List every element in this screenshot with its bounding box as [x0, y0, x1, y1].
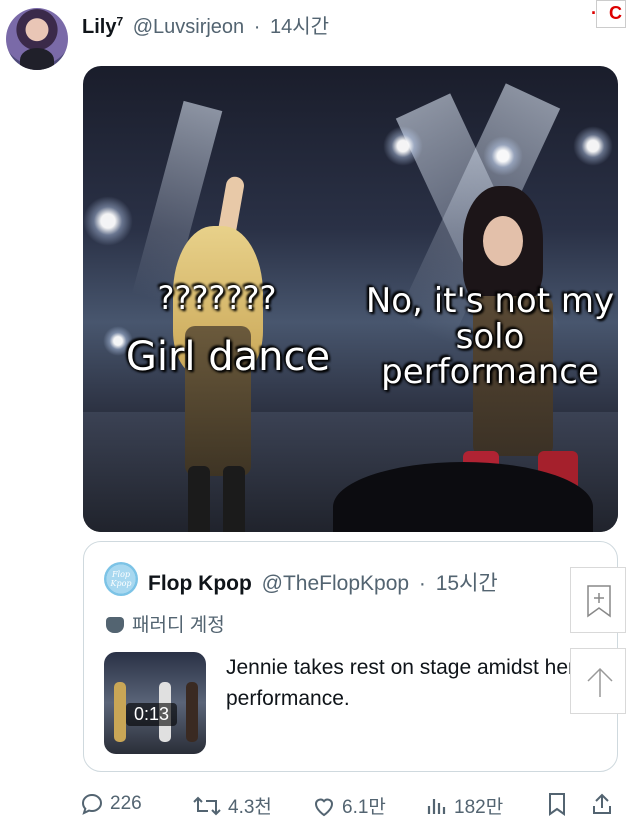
repost-count: 4.3천: [228, 797, 272, 818]
quoted-timestamp[interactable]: 15시간: [436, 572, 498, 595]
reply-count: 226: [110, 793, 142, 814]
bookmark-icon: [549, 793, 565, 816]
meme-caption-solo: No, it's not my solo performance: [365, 281, 615, 393]
author-avatar[interactable]: [6, 8, 68, 70]
tweet-header: Lily7 @Luvsirjeon · 14시간: [82, 10, 329, 39]
bookmark-button[interactable]: [546, 792, 568, 816]
tweet-media-image[interactable]: ??????? Girl dance No, it's not my solo …: [83, 66, 618, 532]
reply-icon: [81, 793, 103, 815]
reply-button[interactable]: 226: [80, 792, 142, 816]
views-icon: [427, 798, 446, 814]
side-bookmark-icon: [587, 585, 611, 618]
parody-account-label: 패러디 계정: [106, 610, 225, 637]
like-icon: [314, 798, 334, 816]
quoted-separator: ·: [418, 572, 426, 595]
tweet-timestamp[interactable]: 14시간: [270, 16, 329, 38]
author-display-name[interactable]: Lily7: [82, 14, 123, 38]
quoted-video-thumbnail[interactable]: 0:13: [104, 652, 206, 754]
repost-icon: [193, 796, 221, 815]
parody-mask-icon: [106, 617, 124, 633]
quoted-display-name[interactable]: Flop Kpop: [148, 572, 252, 595]
repost-button[interactable]: 4.3천: [192, 792, 272, 819]
author-handle[interactable]: @Luvsirjeon: [133, 16, 244, 38]
quoted-tweet-header: Flop Kpop @TheFlopKpop · 15시간: [148, 567, 498, 597]
views-count: 182만: [454, 797, 504, 818]
meme-caption-question: ???????: [157, 279, 277, 317]
video-duration-badge: 0:13: [126, 703, 178, 726]
share-button[interactable]: [590, 792, 614, 816]
side-scroll-up-icon: [587, 667, 613, 697]
side-scroll-up-button[interactable]: [570, 648, 626, 714]
views-button[interactable]: 182만: [424, 792, 503, 819]
corner-overlay: · C: [591, 0, 626, 28]
like-button[interactable]: 6.1만: [312, 792, 386, 819]
header-separator: ·: [253, 16, 261, 38]
quoted-author-avatar[interactable]: Flop Kpop: [104, 562, 138, 596]
quoted-handle[interactable]: @TheFlopKpop: [262, 572, 409, 595]
side-bookmark-button[interactable]: [570, 567, 626, 633]
meme-caption-girl-dance: Girl dance: [125, 334, 331, 380]
tweet-action-bar: 226 4.3천 6.1만 182만: [80, 792, 626, 826]
quoted-tweet-card[interactable]: Flop Kpop Flop Kpop @TheFlopKpop · 15시간 …: [83, 541, 618, 772]
like-count: 6.1만: [342, 797, 386, 818]
quoted-tweet-text: Jennie takes rest on stage amidst her pe…: [226, 656, 576, 710]
share-icon: [593, 793, 611, 814]
